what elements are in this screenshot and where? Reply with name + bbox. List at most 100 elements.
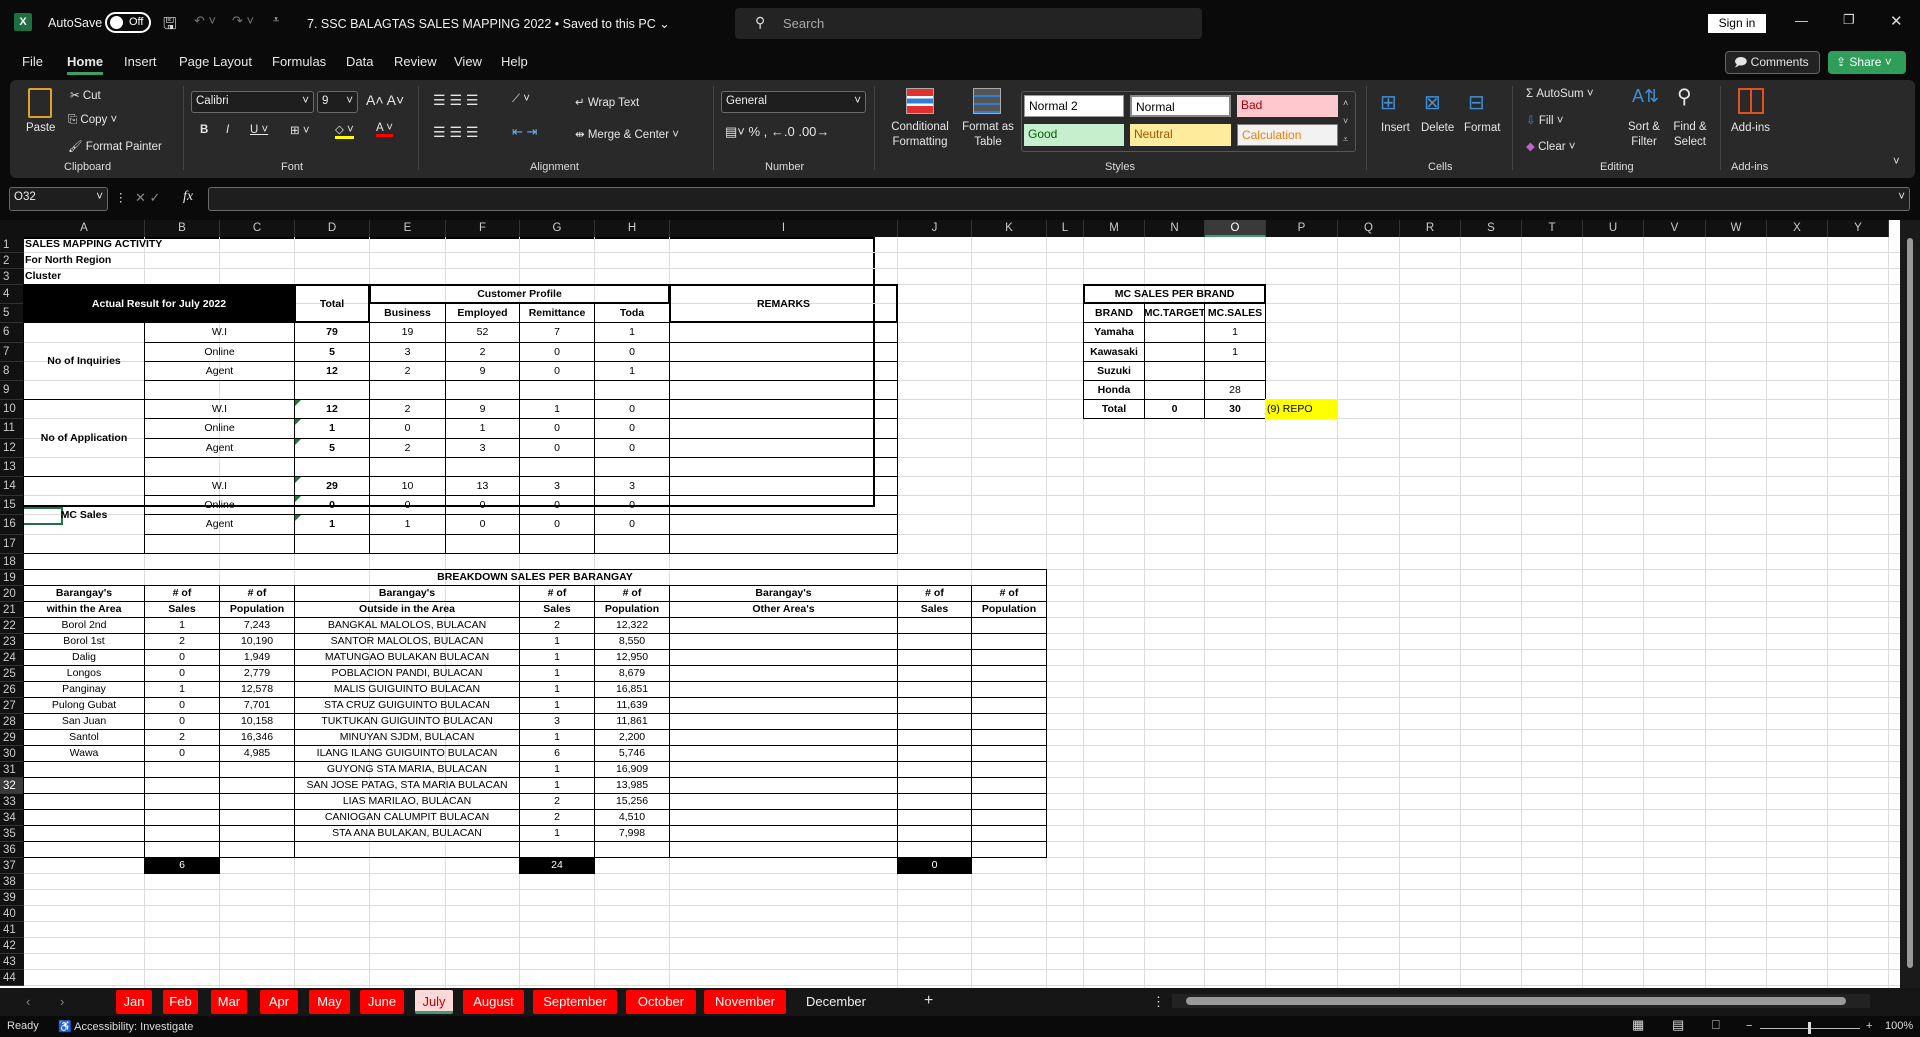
column-header-G[interactable]: G [520,220,595,237]
row-header-24[interactable]: 24 [0,649,24,666]
column-header-H[interactable]: H [595,220,670,237]
worksheet-grid[interactable]: A B C D E F G H I J K L M N O P Q R S T U V W X Y 1 2 3 4 5 6 7 8 9 10 11 12… [0,220,1900,988]
row-header-38[interactable]: 38 [0,873,24,890]
sheet-tab-october[interactable]: October [626,990,696,1014]
row-header-6[interactable]: 6 [0,323,24,343]
row-header-27[interactable]: 27 [0,697,24,714]
row-header-22[interactable]: 22 [0,617,24,634]
tab-help[interactable]: Help [501,54,528,69]
style-neutral[interactable]: Neutral [1130,124,1231,146]
column-header-N[interactable]: N [1145,220,1205,237]
undo-icon[interactable]: ↶ ˅ [194,13,216,29]
format-painter-button[interactable]: 🖌 Format Painter [68,139,162,153]
sheet-tab-jan[interactable]: Jan [116,990,152,1014]
row-header-21[interactable]: 21 [0,601,24,618]
paste-icon[interactable] [28,88,52,118]
row-header-15[interactable]: 15 [0,496,24,516]
delete-button[interactable]: Delete [1421,122,1454,134]
orientation-icon[interactable]: ⟋ ˅ [512,93,530,106]
accessibility-status[interactable]: ♿ Accessibility: Investigate [58,1020,193,1033]
horizontal-scroll-thumb[interactable] [1186,997,1846,1005]
row-header-36[interactable]: 36 [0,841,24,858]
row-header-11[interactable]: 11 [0,419,24,439]
sheet-tab-apr[interactable]: Apr [260,990,298,1014]
style-normal[interactable]: Normal [1130,95,1231,117]
autosave-toggle[interactable]: Off [105,12,151,33]
column-header-L[interactable]: L [1047,220,1084,237]
row-header-12[interactable]: 12 [0,438,24,458]
close-icon[interactable]: ✕ [1890,12,1903,30]
row-header-17[interactable]: 17 [0,534,24,554]
row-header-8[interactable]: 8 [0,361,24,381]
search-box[interactable]: ⚲ Search [735,8,1202,39]
collapse-ribbon-icon[interactable]: ˅ [1893,156,1900,168]
tab-file[interactable]: File [22,54,43,69]
fill-color-icon[interactable]: ◇ ˅ [335,122,354,139]
tab-splitter-icon[interactable]: ⋮ [1152,994,1165,1010]
cancel-enter-icons[interactable]: ✕ ✓ [135,190,160,206]
row-header-16[interactable]: 16 [0,515,24,535]
gallery-scroll-icons[interactable]: ˄ ˅ ⩡ [1343,94,1348,148]
row-header-4[interactable]: 4 [0,285,24,305]
insert-function-icon[interactable]: fx [183,189,193,205]
zoom-slider[interactable] [1760,1022,1860,1034]
style-good[interactable]: Good [1024,124,1124,146]
column-header-I[interactable]: I [670,220,898,237]
row-header-32[interactable]: 32 [0,777,24,794]
column-header-E[interactable]: E [370,220,446,237]
row-header-9[interactable]: 9 [0,381,24,401]
column-header-P[interactable]: P [1266,220,1338,237]
sheet-tab-feb[interactable]: Feb [163,990,198,1014]
row-header-5[interactable]: 5 [0,304,24,324]
row-header-2[interactable]: 2 [0,253,24,269]
tab-page-layout[interactable]: Page Layout [179,54,252,69]
zoom-in-icon[interactable]: + [1866,1020,1872,1032]
merge-center-button[interactable]: ⇹ Merge & Center ˅ [575,127,679,141]
row-header-1[interactable]: 1 [0,237,24,253]
add-ins-button[interactable]: Add-ins [1731,122,1770,134]
sheet-tab-december[interactable]: December [793,990,879,1014]
row-header-3[interactable]: 3 [0,269,24,285]
conditional-formatting-button[interactable]: Conditional Formatting [888,120,952,150]
name-box[interactable]: O32 ˅ [9,187,108,211]
row-header-13[interactable]: 13 [0,457,24,477]
borders-icon[interactable]: ⊞ ˅ [290,123,310,137]
sheet-tab-september[interactable]: September [533,990,617,1014]
column-header-U[interactable]: U [1583,220,1644,237]
row-header-7[interactable]: 7 [0,342,24,362]
column-header-W[interactable]: W [1706,220,1767,237]
row-header-19[interactable]: 19 [0,569,24,586]
row-header-29[interactable]: 29 [0,729,24,746]
restore-icon[interactable]: ❐ [1843,12,1855,28]
column-header-M[interactable]: M [1084,220,1145,237]
zoom-level[interactable]: 100% [1885,1020,1913,1032]
italic-button[interactable]: I [226,124,229,136]
row-header-41[interactable]: 41 [0,921,24,938]
row-header-26[interactable]: 26 [0,681,24,698]
row-header-31[interactable]: 31 [0,761,24,778]
row-header-20[interactable]: 20 [0,585,24,602]
style-bad[interactable]: Bad [1237,95,1338,117]
copy-button[interactable]: ⎘ Copy ˅ [68,114,117,127]
bold-button[interactable]: B [200,124,208,136]
sheet-tab-june[interactable]: June [360,990,404,1014]
row-header-18[interactable]: 18 [0,553,24,570]
column-header-B[interactable]: B [145,220,220,237]
column-header-R[interactable]: R [1400,220,1461,237]
row-header-30[interactable]: 30 [0,745,24,762]
page-layout-view-icon[interactable]: ▤ [1672,1017,1684,1033]
tab-insert[interactable]: Insert [124,54,157,69]
minimize-icon[interactable]: — [1795,13,1808,28]
number-format-select[interactable]: General ˅ [721,91,866,113]
tab-review[interactable]: Review [394,54,437,69]
tab-formulas[interactable]: Formulas [272,54,326,69]
style-normal-2[interactable]: Normal 2 [1024,95,1124,117]
format-as-table-button[interactable]: Format as Table [960,120,1016,150]
column-header-K[interactable]: K [972,220,1047,237]
vertical-scrollbar[interactable] [1900,220,1920,988]
clear-button[interactable]: ◆ Clear ˅ [1526,139,1575,153]
sheet-tab-may[interactable]: May [309,990,350,1014]
font-name-select[interactable]: Calibri ˅ [191,91,314,113]
column-header-J[interactable]: J [898,220,972,237]
sort-filter-button[interactable]: Sort & Filter [1622,120,1666,150]
